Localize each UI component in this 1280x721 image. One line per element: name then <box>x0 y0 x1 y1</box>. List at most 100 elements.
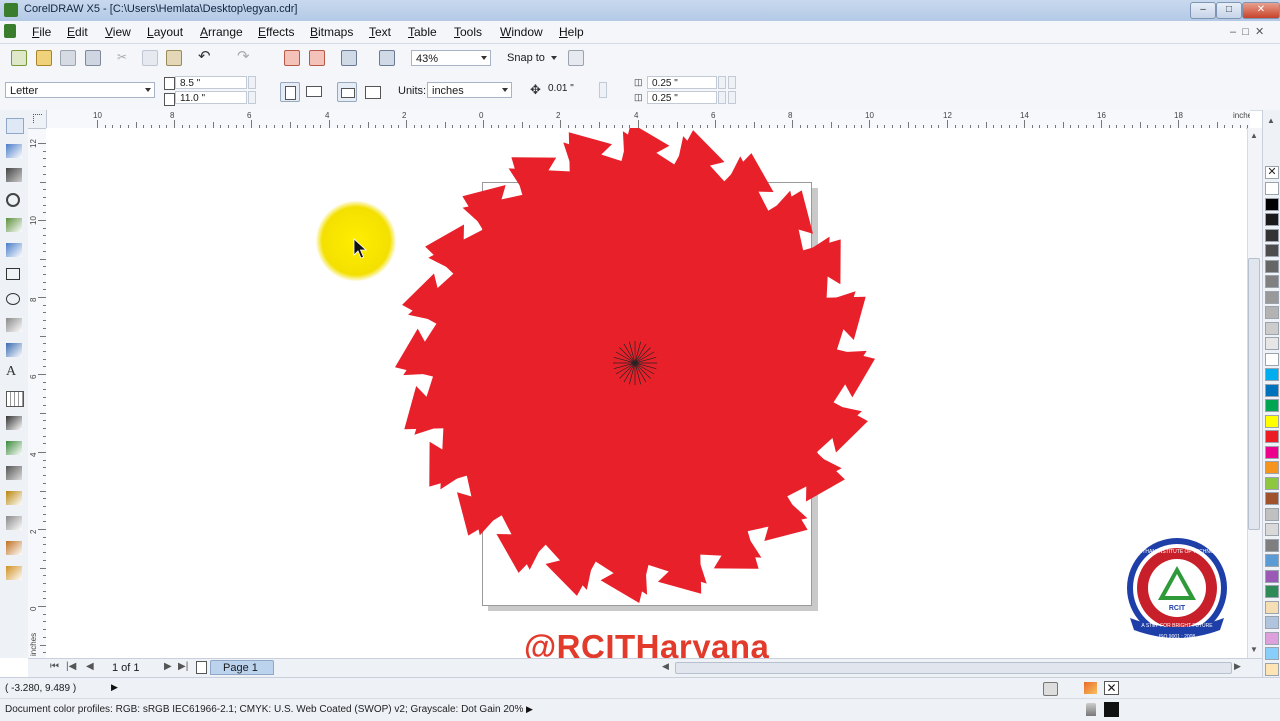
status-expand-arrow-icon[interactable]: ▶ <box>111 682 118 693</box>
page-tab[interactable]: Page 1 <box>210 660 274 675</box>
nudge-spinner[interactable] <box>599 82 607 98</box>
palette-swatch[interactable] <box>1265 647 1279 660</box>
new-icon[interactable] <box>11 50 27 66</box>
palette-swatch[interactable] <box>1265 275 1279 288</box>
palette-swatch[interactable] <box>1265 383 1279 397</box>
menu-table[interactable]: Table <box>408 25 437 39</box>
smart-fill-tool-icon[interactable] <box>6 243 22 257</box>
palette-swatch[interactable] <box>1265 662 1279 676</box>
basic-shapes-tool-icon[interactable] <box>6 343 22 357</box>
palette-swatch[interactable] <box>1265 538 1279 552</box>
landscape-button[interactable] <box>306 86 322 97</box>
menu-file[interactable]: File <box>32 25 51 39</box>
application-launcher-icon[interactable] <box>341 50 357 66</box>
eyedropper-tool-icon[interactable] <box>6 516 22 530</box>
rectangle-tool-icon[interactable] <box>6 268 20 280</box>
duplicate-y-field[interactable]: 0.25 " <box>647 91 717 104</box>
menu-effects[interactable]: Effects <box>258 25 294 39</box>
ellipse-tool-icon[interactable] <box>6 293 20 305</box>
horizontal-ruler[interactable]: 10 8 6 4 2 0 2 4 6 8 10 12 14 16 18 inches <box>28 110 1250 129</box>
all-pages-button[interactable] <box>337 82 357 102</box>
copy-icon[interactable] <box>142 50 158 66</box>
maximize-button[interactable]: □ <box>1216 2 1242 19</box>
connector-tool-icon[interactable] <box>6 441 22 455</box>
scroll-down-icon[interactable]: ▼ <box>1250 645 1258 654</box>
palette-swatch[interactable] <box>1265 244 1279 257</box>
doc-window-controls[interactable]: – □ ✕ <box>1230 25 1264 38</box>
document-icon[interactable] <box>4 24 16 38</box>
palette-swatch[interactable] <box>1265 197 1279 211</box>
palette-swatch[interactable] <box>1265 600 1279 614</box>
pinwheel-outer-tooth[interactable] <box>425 224 464 283</box>
palette-swatch[interactable] <box>1265 476 1279 490</box>
palette-swatch[interactable] <box>1265 445 1279 459</box>
palette-swatch[interactable] <box>1265 306 1279 319</box>
paper-type-combo[interactable]: Letter <box>5 82 155 98</box>
no-fill-swatch[interactable]: ✕ <box>1265 166 1279 179</box>
outline-color-swatch[interactable] <box>1104 702 1119 717</box>
paste-icon[interactable] <box>166 50 182 66</box>
import-icon[interactable] <box>284 50 300 66</box>
open-icon[interactable] <box>36 50 52 66</box>
shape-tool-icon[interactable] <box>6 144 22 158</box>
page-height-field[interactable]: 11.0 " <box>175 91 247 104</box>
duplicate-x-spinner-2[interactable] <box>728 76 736 89</box>
palette-scroll-up-icon[interactable]: ▲ <box>1267 116 1275 125</box>
scroll-up-icon[interactable]: ▲ <box>1250 131 1258 140</box>
menu-window[interactable]: Window <box>500 25 543 39</box>
palette-swatch[interactable] <box>1265 182 1279 195</box>
palette-swatch[interactable] <box>1265 585 1279 598</box>
menu-text[interactable]: Text <box>369 25 391 39</box>
menu-bitmaps[interactable]: Bitmaps <box>310 25 353 39</box>
palette-swatch[interactable] <box>1265 616 1279 629</box>
add-page-icon[interactable] <box>196 661 207 674</box>
next-page-button[interactable]: ▶ <box>164 661 172 672</box>
outline-tool-icon[interactable] <box>6 541 22 555</box>
menu-layout[interactable]: Layout <box>147 25 183 39</box>
document-color-profiles[interactable]: Document color profiles: RGB: sRGB IEC61… <box>5 704 523 715</box>
palette-swatch[interactable] <box>1265 321 1279 335</box>
palette-swatch[interactable] <box>1265 290 1279 304</box>
fill-indicator-icon[interactable] <box>1084 682 1097 694</box>
pick-tool-icon[interactable] <box>6 118 24 134</box>
portrait-button[interactable] <box>280 82 300 102</box>
palette-swatch[interactable] <box>1265 631 1279 645</box>
palette-swatch[interactable] <box>1265 507 1279 521</box>
palette-swatch[interactable] <box>1265 228 1279 242</box>
dimension-tool-icon[interactable] <box>6 416 22 430</box>
palette-swatch[interactable] <box>1265 414 1279 428</box>
pinwheel-artwork[interactable] <box>380 128 890 608</box>
coreldraw-app-icon[interactable] <box>4 3 18 17</box>
polygon-tool-icon[interactable] <box>6 318 22 332</box>
palette-swatch[interactable] <box>1265 399 1279 412</box>
duplicate-y-spinner[interactable] <box>718 91 726 104</box>
cut-icon[interactable]: ✂ <box>117 50 131 64</box>
nudge-distance-field[interactable]: 0.01 " <box>544 82 600 95</box>
vertical-ruler[interactable]: 12 10 8 6 4 2 0 inches <box>28 128 47 658</box>
duplicate-x-spinner[interactable] <box>718 76 726 89</box>
snapshot-icon[interactable] <box>1043 682 1058 696</box>
ruler-origin[interactable] <box>28 110 47 129</box>
save-icon[interactable] <box>60 50 76 66</box>
page-width-spinner[interactable] <box>248 76 256 89</box>
palette-swatch[interactable] <box>1265 523 1279 536</box>
vertical-scroll-thumb[interactable] <box>1248 258 1260 530</box>
close-button[interactable]: ✕ <box>1242 2 1280 19</box>
palette-swatch[interactable] <box>1265 569 1279 583</box>
crop-tool-icon[interactable] <box>6 168 22 182</box>
transparency-tool-icon[interactable] <box>6 491 22 505</box>
previous-page-button[interactable]: ◀ <box>86 661 94 672</box>
minimize-button[interactable]: – <box>1190 2 1216 19</box>
first-page-button[interactable]: |◀ <box>66 661 76 672</box>
export-icon[interactable] <box>309 50 325 66</box>
undo-icon[interactable]: ↶ <box>198 49 212 64</box>
redo-icon[interactable]: ↷ <box>237 49 251 64</box>
options-icon[interactable] <box>568 50 584 66</box>
current-page-button[interactable] <box>365 86 381 99</box>
welcome-screen-icon[interactable] <box>379 50 395 66</box>
palette-swatch[interactable] <box>1265 368 1279 381</box>
zoom-level-combo[interactable]: 43% <box>411 50 491 66</box>
pinwheel-outer-tooth[interactable] <box>715 153 774 192</box>
pinwheel-outer-tooth[interactable] <box>806 443 845 502</box>
menu-view[interactable]: View <box>105 25 131 39</box>
